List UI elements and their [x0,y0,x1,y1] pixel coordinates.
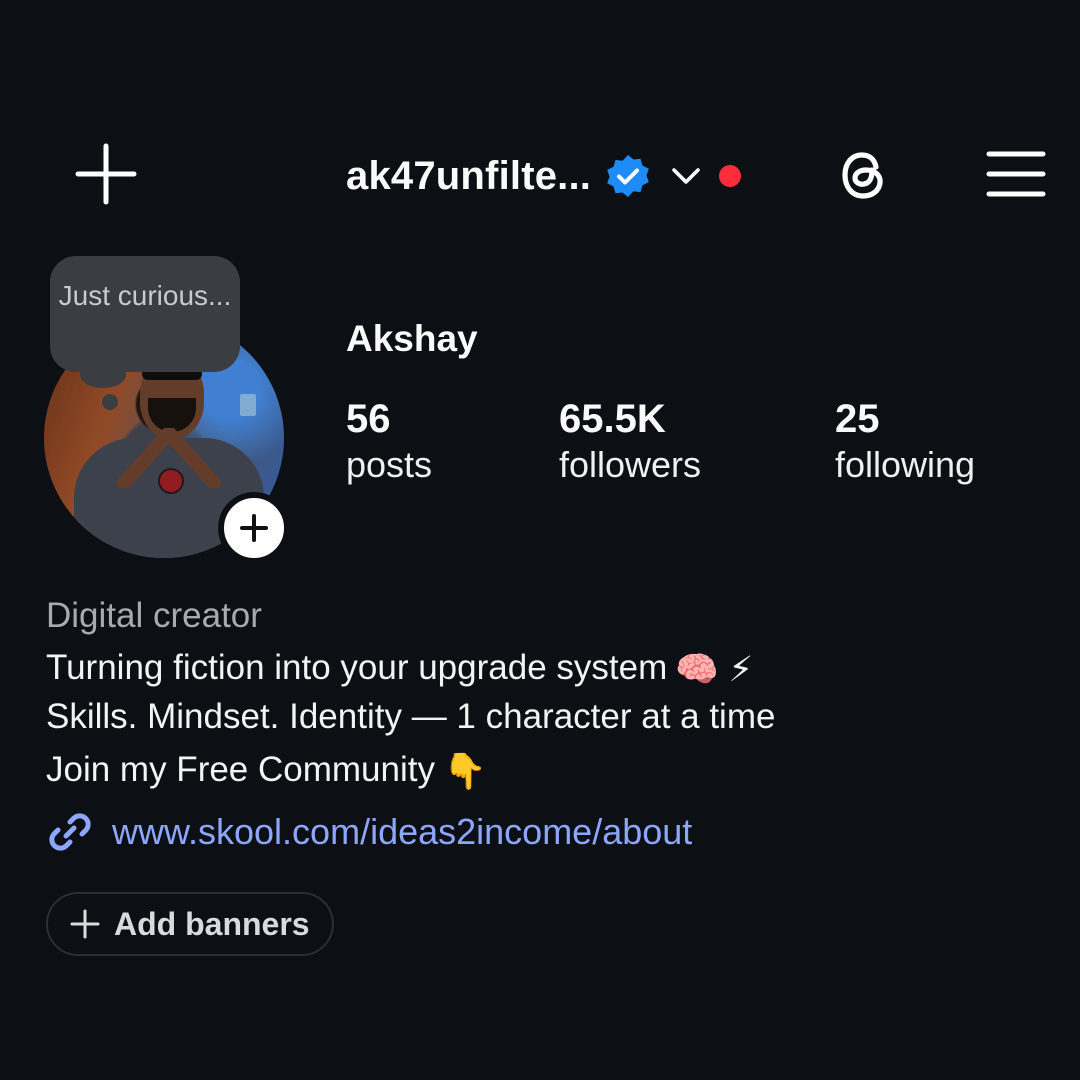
bio-line-3-text: Join my Free Community [46,750,435,789]
add-banners-button[interactable]: Add banners [46,892,334,956]
threads-icon[interactable] [832,143,896,207]
bio-line-1-emojis: 🧠 ⚡ [675,650,754,690]
followers-count: 65.5K [559,397,666,441]
plus-icon [240,514,268,542]
following-label: following [835,444,976,485]
bio-line-2: Skills. Mindset. Identity — 1 character … [46,697,776,736]
followers-stat[interactable]: 65.5K followers [559,396,701,488]
account-switcher[interactable]: ak47unfilte... [346,148,742,204]
profile-category: Digital creator [46,596,262,635]
posts-label: posts [346,444,433,485]
bio-line-3-emoji: 👇 [442,752,487,792]
add-story-button[interactable] [218,492,290,564]
notification-dot [719,165,742,187]
bio-link[interactable]: www.skool.com/ideas2income/about [46,808,692,856]
note-bubble-tail [80,362,126,388]
note-bubble-tail-dot [102,394,118,410]
username: ak47unfilte... [346,153,592,198]
link-icon [49,813,91,851]
new-post-plus-icon[interactable] [72,140,140,208]
posts-stat[interactable]: 56 posts [346,396,432,488]
following-count: 25 [835,397,880,441]
bio-link-url[interactable]: www.skool.com/ideas2income/about [112,811,692,853]
plus-icon [70,909,100,939]
profile-note-bubble[interactable]: Just curious... [50,256,240,372]
profile-note-text: Just curious... [58,280,232,311]
bio-line-1-text: Turning fiction into your upgrade system [46,648,668,687]
profile-name: Akshay [346,318,478,359]
following-stat[interactable]: 25 following [835,396,975,488]
bio-line-3: Join my Free Community 👇 [46,750,487,792]
add-banners-label: Add banners [114,905,310,942]
followers-label: followers [559,444,702,485]
bio-line-1: Turning fiction into your upgrade system… [46,648,753,690]
chevron-down-icon [672,168,700,184]
posts-count: 56 [346,397,391,441]
verified-badge-icon [607,155,649,197]
hamburger-menu-icon[interactable] [986,150,1046,198]
